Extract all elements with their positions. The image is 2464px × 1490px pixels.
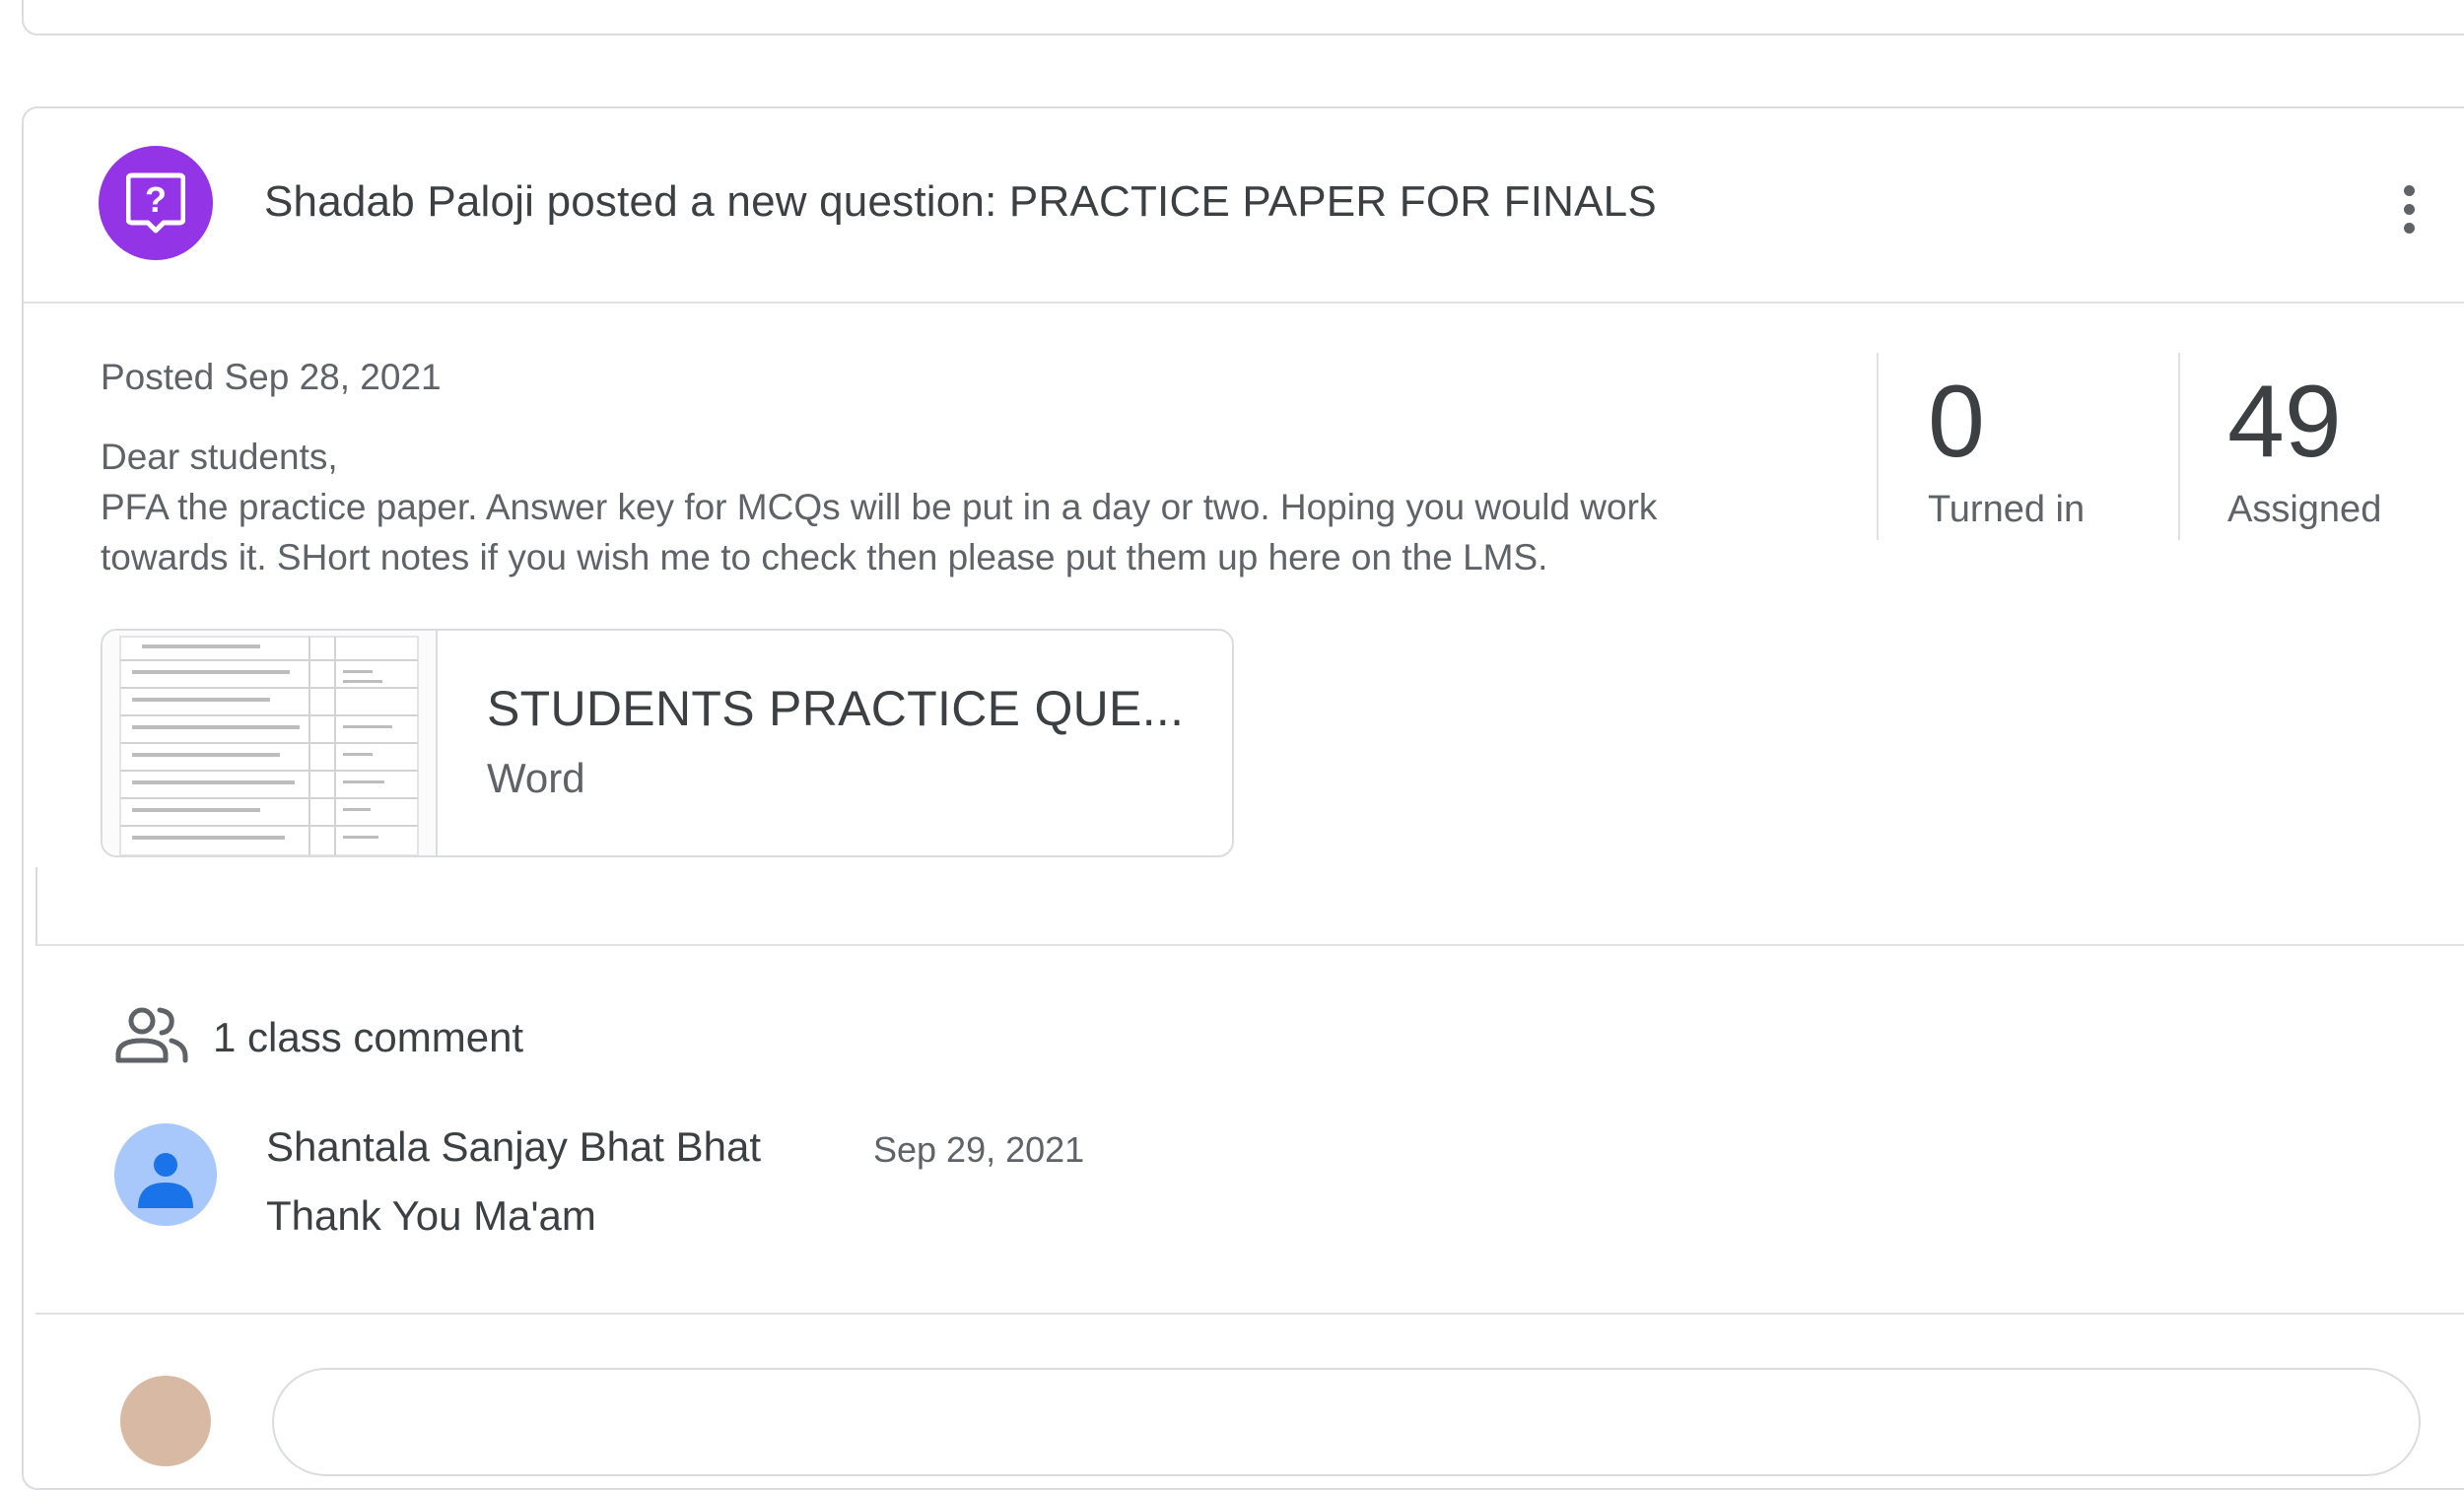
turned-in-label: Turned in <box>1928 489 2086 530</box>
svg-text:?: ? <box>145 179 167 220</box>
comment-item: Shantala Sanjay Bhat Bhat Sep 29, 2021 T… <box>114 1123 2381 1281</box>
question-icon: ? <box>99 146 213 260</box>
assigned-count: 49 <box>2227 365 2342 479</box>
add-class-comment-input[interactable] <box>272 1368 2421 1476</box>
turned-in-count: 0 <box>1928 365 1985 479</box>
comment-author[interactable]: Shantala Sanjay Bhat Bhat <box>266 1123 761 1171</box>
assigned-stat[interactable]: 49 Assigned <box>2227 363 2381 531</box>
post-header[interactable]: ? Shadab Paloji posted a new question: P… <box>24 108 2464 304</box>
stats-divider <box>1877 353 1879 540</box>
attachment-title: STUDENTS PRACTICE QUE... <box>487 681 1185 736</box>
stats-divider <box>2178 353 2180 540</box>
post-description-line: towards it. SHort notes if you wish me t… <box>101 537 1548 577</box>
assigned-label: Assigned <box>2227 489 2382 530</box>
comment-text: Thank You Ma'am <box>266 1192 596 1239</box>
attachment-type: Word <box>487 755 585 801</box>
post-description-line: PFA the practice paper. Answer key for M… <box>101 487 1658 527</box>
user-avatar <box>120 1376 211 1466</box>
people-icon <box>114 1005 189 1069</box>
class-comments-toggle[interactable]: 1 class comment <box>114 1005 523 1069</box>
person-avatar-icon[interactable] <box>114 1123 217 1226</box>
comments-divider <box>35 1313 2464 1315</box>
posted-date: Posted Sep 28, 2021 <box>101 357 442 397</box>
post-description: Dear students, PFA the practice paper. A… <box>101 432 1855 582</box>
comment-date: Sep 29, 2021 <box>873 1129 1085 1170</box>
class-comments-section: 1 class comment Shantala Sanjay Bhat Bha… <box>35 944 2464 1476</box>
post-title: Shadab Paloji posted a new question: PRA… <box>264 177 1657 226</box>
post-description-line: Dear students, <box>101 437 338 477</box>
class-comments-label: 1 class comment <box>213 1013 524 1060</box>
previous-post-card <box>22 0 2464 35</box>
turned-in-stat[interactable]: 0 Turned in <box>1928 363 2085 531</box>
attachment-thumbnail <box>103 631 438 855</box>
more-vert-icon[interactable] <box>2377 169 2440 248</box>
attachment-card[interactable]: STUDENTS PRACTICE QUE... Word <box>101 629 1234 857</box>
